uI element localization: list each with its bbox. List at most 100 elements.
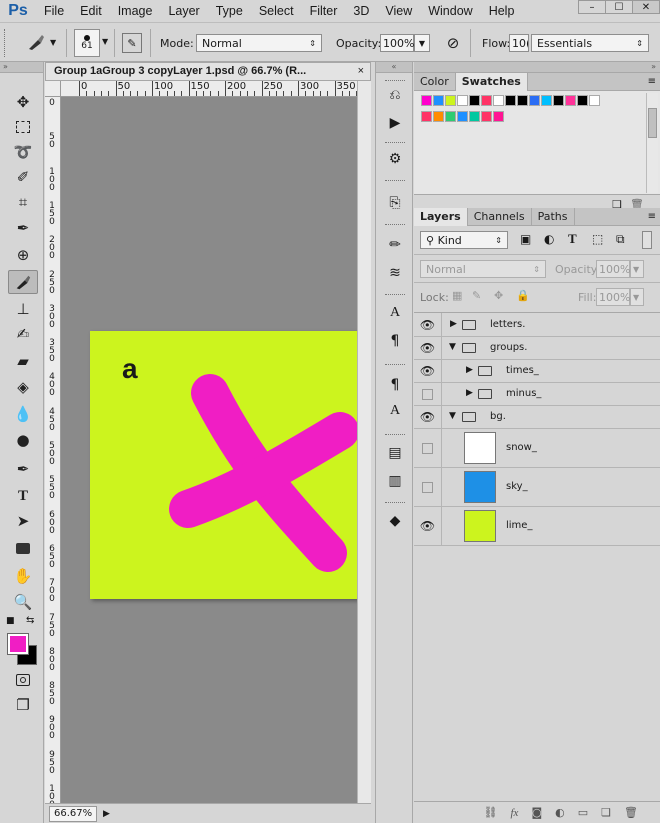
swap-colors-icon[interactable]: ⇆ <box>26 615 34 626</box>
pasteboard[interactable]: a <box>61 97 371 803</box>
eye-icon[interactable]: 👁 <box>414 313 442 336</box>
tab-paths[interactable]: Paths <box>532 208 575 226</box>
swatch[interactable] <box>457 111 468 122</box>
swatch[interactable] <box>421 95 432 106</box>
layer-row-letters[interactable]: 👁 ▶ letters. <box>414 313 660 337</box>
new-group-icon[interactable]: ▭ <box>578 806 588 819</box>
swatch[interactable] <box>481 111 492 122</box>
swatch[interactable] <box>553 95 564 106</box>
zoom-tool-icon[interactable]: 🔍 <box>8 590 38 614</box>
crop-tool-icon[interactable]: ⌗ <box>8 190 38 214</box>
layer-style-icon[interactable]: fx <box>511 807 519 819</box>
rectangle-tool-icon[interactable] <box>8 536 38 560</box>
panel-menu-icon[interactable]: ≡ <box>648 76 656 87</box>
menu-3d[interactable]: 3D <box>345 0 377 22</box>
swatch[interactable] <box>421 111 432 122</box>
menu-file[interactable]: File <box>36 0 72 22</box>
brush-presets-icon[interactable]: ✏ <box>384 234 406 256</box>
filter-shape-icon[interactable]: ⬚ <box>592 232 603 246</box>
vertical-scrollbar[interactable] <box>357 81 371 803</box>
swatch[interactable] <box>565 95 576 106</box>
eye-icon[interactable]: 👁 <box>414 507 442 545</box>
lasso-tool-icon[interactable]: ➰ <box>8 140 38 164</box>
chevron-down-icon[interactable]: ▼ <box>102 37 108 46</box>
caret-right-icon[interactable]: ▶ <box>466 388 473 398</box>
screen-mode-icon[interactable]: ❐ <box>8 693 38 717</box>
opacity-field[interactable]: 100% <box>380 34 414 52</box>
workspace-dropdown[interactable]: Essentials ⇕ <box>531 34 649 52</box>
layer-row-bg[interactable]: 👁 ▼ bg. <box>414 406 660 429</box>
clone-stamp-tool-icon[interactable]: ⊥ <box>8 297 38 321</box>
pen-tool-icon[interactable]: ✒ <box>8 457 38 481</box>
actions-play-icon[interactable]: ▶ <box>384 112 406 134</box>
strip-header[interactable]: « <box>376 62 412 73</box>
brush-settings-icon[interactable]: ≋ <box>384 262 406 284</box>
path-selection-tool-icon[interactable]: ➤ <box>8 509 38 533</box>
hand-tool-icon[interactable]: ✋ <box>8 564 38 588</box>
tab-layers[interactable]: Layers <box>414 208 468 226</box>
swatch[interactable] <box>589 95 600 106</box>
swatch[interactable] <box>517 95 528 106</box>
character-styles-icon[interactable]: A <box>384 400 406 422</box>
move-tool-icon[interactable]: ✥ <box>8 90 38 114</box>
fill-field[interactable]: 100% <box>596 288 630 306</box>
history-icon[interactable]: ⎌ <box>384 84 406 106</box>
panel-menu-icon[interactable]: ≡ <box>648 211 656 222</box>
caret-down-icon[interactable]: ▼ <box>449 342 456 352</box>
visibility-toggle[interactable] <box>414 383 442 405</box>
menu-help[interactable]: Help <box>481 0 523 22</box>
swatch[interactable] <box>433 95 444 106</box>
swatch[interactable] <box>457 95 468 106</box>
clone-source-icon[interactable]: ⎘ <box>384 192 406 214</box>
menu-window[interactable]: Window <box>420 0 480 22</box>
swatch[interactable] <box>577 95 588 106</box>
opacity-dropdown-button[interactable]: ▼ <box>414 34 430 52</box>
zoom-field[interactable]: 66.67% <box>49 805 97 822</box>
close-button[interactable]: ✕ <box>632 0 660 14</box>
paragraph-styles-icon[interactable]: ¶ <box>384 374 406 396</box>
scroll-thumb[interactable] <box>648 108 657 138</box>
lock-position-icon[interactable]: ✥ <box>494 289 503 302</box>
type-tool-icon[interactable]: T <box>8 484 38 508</box>
tab-swatches[interactable]: Swatches <box>455 73 528 91</box>
menu-type[interactable]: Type <box>208 0 251 22</box>
swatch[interactable] <box>481 95 492 106</box>
menu-edit[interactable]: Edit <box>72 0 110 22</box>
add-mask-icon[interactable]: ◙ <box>531 806 542 819</box>
layer-row-times[interactable]: 👁 ▶ times_ <box>414 360 660 383</box>
layer-opacity-dropdown-button[interactable]: ▼ <box>630 260 644 278</box>
canvas[interactable]: a <box>90 331 358 599</box>
visibility-toggle[interactable] <box>414 429 442 467</box>
menu-filter[interactable]: Filter <box>302 0 346 22</box>
eraser-tool-icon[interactable]: ▰ <box>8 349 38 373</box>
menu-image[interactable]: Image <box>110 0 161 22</box>
menu-layer[interactable]: Layer <box>160 0 207 22</box>
brush-tool-icon[interactable] <box>8 270 38 294</box>
tab-color[interactable]: Color <box>414 73 456 91</box>
panel-dock-header[interactable]: » <box>414 62 660 73</box>
layer-row-sky[interactable]: sky_ <box>414 468 660 507</box>
status-menu-icon[interactable]: ▶ <box>103 809 110 819</box>
eye-icon[interactable]: 👁 <box>414 360 442 382</box>
document-tab[interactable]: Group 1aGroup 3 copyLayer 1.psd @ 66.7% … <box>45 62 371 81</box>
healing-brush-tool-icon[interactable]: ⊕ <box>8 243 38 267</box>
mode-dropdown[interactable]: Normal ⇕ <box>196 34 322 52</box>
layer-row-lime[interactable]: 👁 lime_ <box>414 507 660 546</box>
history-brush-tool-icon[interactable]: ✍ <box>8 322 38 346</box>
link-layers-icon[interactable]: ⛓ <box>484 806 498 819</box>
filter-smart-object-icon[interactable]: ⧉ <box>616 232 625 247</box>
notes-icon[interactable]: ▤ <box>384 442 406 464</box>
trash-icon[interactable]: 🗑 <box>624 806 638 819</box>
fill-dropdown-button[interactable]: ▼ <box>630 288 644 306</box>
swatch[interactable] <box>445 95 456 106</box>
default-colors-icon[interactable]: ■ <box>6 616 15 626</box>
brush-panel-toggle-icon[interactable]: ✎ <box>122 33 142 53</box>
swatch[interactable] <box>505 95 516 106</box>
pressure-opacity-icon[interactable]: ⊘ <box>442 32 464 54</box>
filter-toggle[interactable] <box>642 231 652 249</box>
swatch[interactable] <box>469 111 480 122</box>
menu-select[interactable]: Select <box>251 0 302 22</box>
eye-icon[interactable]: 👁 <box>414 406 442 428</box>
filter-kind-dropdown[interactable]: ⚲ Kind ⇕ <box>420 231 508 249</box>
lock-transparent-icon[interactable]: ▦ <box>452 289 462 302</box>
